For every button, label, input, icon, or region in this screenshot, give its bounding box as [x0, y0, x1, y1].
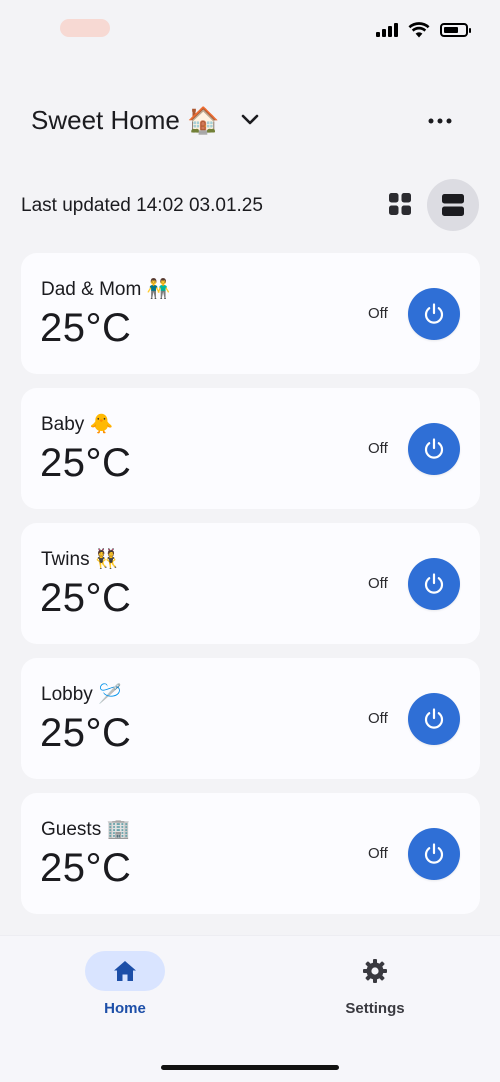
room-temperature: 25°C	[40, 576, 132, 620]
status-bar	[0, 0, 500, 60]
grid-view-button[interactable]	[378, 182, 422, 226]
home-indicator-bar	[161, 1065, 339, 1070]
list-view-icon	[442, 194, 464, 216]
chevron-down-icon	[241, 114, 259, 126]
room-temperature: 25°C	[40, 711, 132, 755]
home-title: Sweet Home 🏠	[31, 104, 220, 135]
gear-icon	[363, 959, 387, 983]
room-power-state: Off	[368, 575, 388, 592]
power-toggle-button[interactable]	[408, 693, 460, 745]
power-toggle-button[interactable]	[408, 288, 460, 340]
room-power-state: Off	[368, 305, 388, 322]
room-name: Lobby 🪡	[41, 684, 122, 705]
home-icon	[114, 961, 136, 981]
last-updated-text: Last updated 14:02 03.01.25	[21, 195, 263, 216]
signal-icon	[376, 23, 398, 37]
power-icon	[424, 438, 444, 459]
room-card[interactable]: Guests 🏢 25°C Off	[21, 793, 480, 914]
status-pill	[60, 19, 110, 37]
room-temperature: 25°C	[40, 441, 132, 485]
more-horizontal-icon	[428, 118, 452, 124]
room-card[interactable]: Twins 👯 25°C Off	[21, 523, 480, 644]
status-icons	[376, 22, 471, 38]
power-icon	[424, 573, 444, 594]
room-list: Dad & Mom 👬 25°C Off Baby 🐥 25°C Off Twi…	[21, 253, 480, 928]
bottom-navigation: Home Settings	[0, 935, 500, 1082]
room-name: Baby 🐥	[41, 414, 114, 435]
nav-item-settings[interactable]: Settings	[295, 951, 455, 1031]
power-toggle-button[interactable]	[408, 558, 460, 610]
battery-icon	[440, 23, 471, 37]
room-name: Guests 🏢	[41, 819, 131, 840]
home-selector[interactable]: Sweet Home 🏠	[31, 95, 259, 145]
nav-indicator	[335, 951, 415, 991]
power-toggle-button[interactable]	[408, 828, 460, 880]
room-card[interactable]: Dad & Mom 👬 25°C Off	[21, 253, 480, 374]
room-power-state: Off	[368, 845, 388, 862]
more-options-button[interactable]	[424, 109, 456, 133]
grid-view-icon	[389, 193, 411, 215]
nav-item-home[interactable]: Home	[45, 951, 205, 1031]
room-card[interactable]: Baby 🐥 25°C Off	[21, 388, 480, 509]
toolbar-row: Last updated 14:02 03.01.25	[0, 178, 500, 232]
nav-label-settings: Settings	[345, 1000, 405, 1017]
nav-label-home: Home	[104, 1000, 146, 1017]
room-card[interactable]: Lobby 🪡 25°C Off	[21, 658, 480, 779]
nav-active-indicator	[85, 951, 165, 991]
list-view-button[interactable]	[427, 179, 479, 231]
room-temperature: 25°C	[40, 846, 132, 890]
room-power-state: Off	[368, 440, 388, 457]
wifi-icon	[408, 22, 430, 38]
power-icon	[424, 843, 444, 864]
room-temperature: 25°C	[40, 306, 132, 350]
power-icon	[424, 708, 444, 729]
power-icon	[424, 303, 444, 324]
header: Sweet Home 🏠	[0, 95, 500, 145]
room-power-state: Off	[368, 710, 388, 727]
power-toggle-button[interactable]	[408, 423, 460, 475]
room-name: Twins 👯	[41, 549, 119, 570]
room-name: Dad & Mom 👬	[41, 279, 171, 300]
